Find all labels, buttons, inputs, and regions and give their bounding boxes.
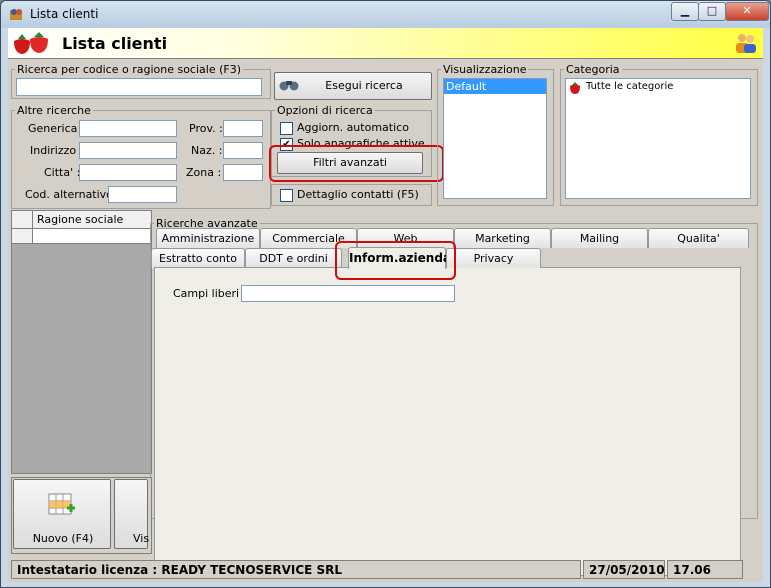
category-legend: Categoria (566, 63, 620, 76)
run-search-label: Esegui ricerca (325, 79, 403, 92)
auto-update-checkbox[interactable] (280, 122, 293, 135)
citta-input[interactable] (79, 164, 177, 181)
new-grid-icon (48, 493, 75, 515)
client-grid[interactable]: Ragione sociale (11, 210, 152, 474)
grid-column-header[interactable]: Ragione sociale (37, 213, 123, 226)
category-item-label: Tutte le categorie (586, 81, 674, 92)
status-license: Intestatario licenza : READY TECNOSERVIC… (11, 560, 581, 579)
tab-estratto-conto[interactable]: Estratto conto (151, 248, 245, 268)
naz-input[interactable] (223, 142, 263, 159)
status-date: 27/05/2010 (583, 560, 665, 579)
campi-liberi-label: Campi liberi : (173, 287, 247, 300)
strawberry-small-icon (570, 82, 580, 94)
naz-label: Naz. : (191, 144, 223, 157)
search-legend: Ricerca per codice o ragione sociale (F3… (17, 63, 242, 76)
auto-update-label: Aggiorn. automatico (297, 121, 409, 134)
prov-input[interactable] (223, 120, 263, 137)
tab-qualita[interactable]: Qualita' (648, 228, 749, 248)
strawberry-icon (14, 32, 48, 54)
contact-detail-label: Dettaglio contatti (F5) (297, 188, 419, 201)
binoculars-icon (279, 81, 299, 91)
cod-alt-input[interactable] (108, 186, 177, 203)
category-list[interactable]: Tutte le categorie (565, 78, 751, 199)
close-button[interactable]: ✕ (725, 2, 769, 21)
tab-ddt-ordini[interactable]: DDT e ordini (245, 248, 342, 268)
indirizzo-label: Indirizzo : (30, 144, 84, 157)
grid-header: Ragione sociale (12, 211, 151, 229)
tab-privacy[interactable]: Privacy (446, 248, 541, 268)
view-legend: Visualizzazione (443, 63, 527, 76)
status-time: 17.06 (667, 560, 743, 579)
generica-label: Generica : (28, 122, 85, 135)
campi-liberi-input[interactable] (241, 285, 455, 302)
new-client-button[interactable]: Nuovo (F4) (13, 479, 111, 549)
zona-label: Zona : (186, 166, 222, 179)
view-button[interactable]: Vis (114, 479, 150, 549)
tab-amministrazione[interactable]: Amministrazione (156, 228, 260, 248)
zona-input[interactable] (223, 164, 263, 181)
view-item-default[interactable]: Default (444, 79, 546, 94)
other-search-legend: Altre ricerche (17, 104, 91, 117)
maximize-button[interactable]: □ (698, 2, 726, 21)
tab-marketing[interactable]: Marketing (454, 228, 551, 248)
page-title: Lista clienti (62, 34, 168, 53)
client-area: Lista clienti Ricerca per codice o ragio… (8, 28, 763, 582)
app-icon (10, 9, 22, 20)
annotation-highlight (269, 145, 444, 182)
annotation-highlight (335, 241, 456, 280)
citta-label: Citta' : (44, 166, 81, 179)
minimize-button[interactable]: ▁ (671, 2, 699, 21)
contact-detail-checkbox[interactable] (280, 189, 293, 202)
grid-row[interactable] (12, 229, 151, 244)
title-bar: Lista clienti ▁ □ ✕ (1, 1, 770, 28)
prov-label: Prov. : (189, 122, 223, 135)
grid-row-indicator (12, 229, 33, 243)
category-item-all[interactable]: Tutte le categorie (566, 79, 750, 97)
run-search-button[interactable]: Esegui ricerca (274, 72, 432, 100)
indirizzo-input[interactable] (79, 142, 177, 159)
cod-alt-label: Cod. alternativo : (25, 188, 121, 201)
window-title: Lista clienti (30, 7, 99, 21)
tab-mailing[interactable]: Mailing (551, 228, 648, 248)
new-client-label: Nuovo (F4) (32, 532, 94, 545)
search-input[interactable] (16, 78, 262, 96)
view-button-label: Vis (133, 532, 150, 545)
users-icon (736, 34, 756, 53)
options-legend: Opzioni di ricerca (277, 104, 373, 117)
generica-input[interactable] (79, 120, 177, 137)
header-bar: Lista clienti (8, 28, 763, 59)
view-list[interactable]: Default (443, 78, 547, 199)
grid-corner (12, 211, 33, 228)
tab-panel: Campi liberi : (154, 267, 741, 576)
app-window: Lista clienti ▁ □ ✕ Lista clienti Ricerc… (0, 0, 771, 588)
